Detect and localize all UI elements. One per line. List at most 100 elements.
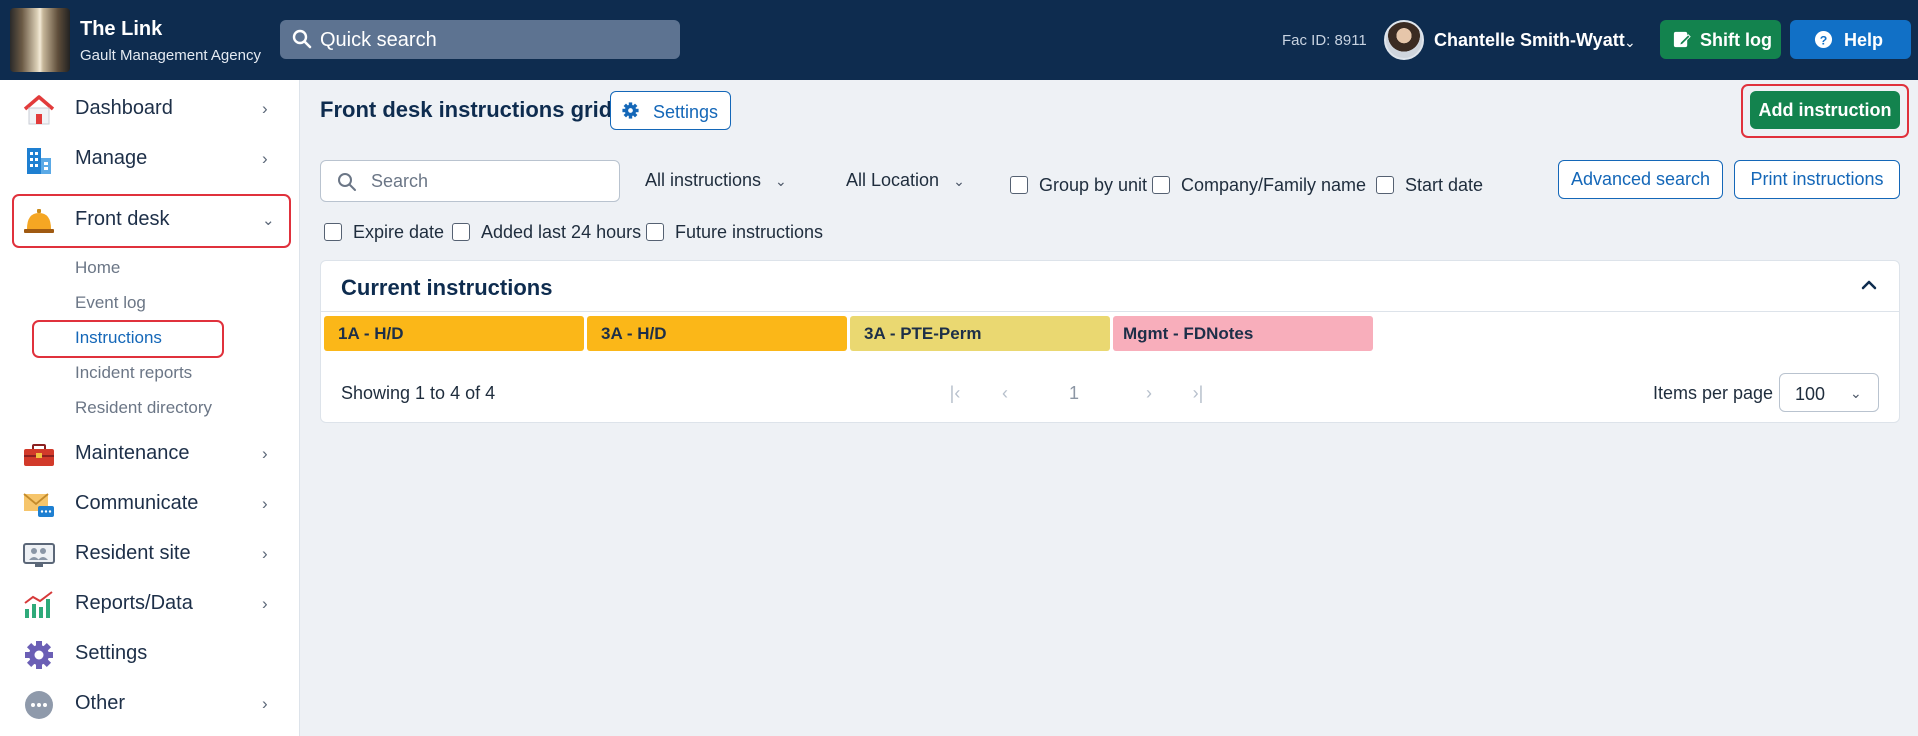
- checkbox-box[interactable]: [1010, 176, 1028, 194]
- quick-search-bar[interactable]: Quick search: [280, 20, 680, 59]
- sidebar-item-manage[interactable]: Manage ›: [0, 135, 300, 185]
- start-date-checkbox[interactable]: Start date: [1376, 174, 1486, 196]
- future-instructions-checkbox[interactable]: Future instructions: [646, 221, 824, 243]
- instruction-tag[interactable]: 1A - H/D: [324, 316, 584, 351]
- sidebar-item-resident-site[interactable]: Resident site ›: [0, 530, 300, 580]
- checkbox-label: Company/Family name: [1181, 175, 1367, 195]
- monitor-people-icon: [23, 543, 55, 567]
- company-family-name-checkbox[interactable]: Company/Family name: [1152, 174, 1366, 196]
- gear-icon: [25, 641, 53, 669]
- instruction-tag[interactable]: 3A - H/D: [587, 316, 847, 351]
- location-filter-dropdown[interactable]: All Location ⌄: [846, 170, 965, 191]
- sidebar-item-settings[interactable]: Settings: [0, 630, 300, 680]
- add-instruction-button[interactable]: Add instruction: [1750, 91, 1900, 129]
- instruction-tag[interactable]: Mgmt - FDNotes: [1113, 316, 1373, 351]
- chevron-right-icon: ›: [262, 694, 268, 713]
- first-page-icon[interactable]: |‹: [943, 381, 967, 405]
- instruction-tag[interactable]: 3A - PTE-Perm: [850, 316, 1110, 351]
- chevron-up-icon[interactable]: [1857, 273, 1881, 297]
- house-icon: [23, 95, 55, 125]
- chevron-right-icon: ›: [262, 444, 268, 463]
- sidebar-item-maintenance[interactable]: Maintenance ›: [0, 430, 300, 480]
- service-bell-icon: [24, 209, 54, 233]
- submenu-incident-reports[interactable]: Incident reports: [75, 363, 192, 383]
- checkbox-box[interactable]: [646, 223, 664, 241]
- instructions-filter-dropdown[interactable]: All instructions ⌄: [645, 170, 787, 191]
- instructions-filter-value: All instructions: [645, 170, 762, 190]
- search-input[interactable]: [371, 169, 611, 193]
- submenu-instructions[interactable]: Instructions: [75, 328, 162, 348]
- page-title: Front desk instructions grid: [320, 97, 613, 122]
- expire-date-checkbox[interactable]: Expire date: [324, 221, 444, 243]
- sidebar-item-reports-data[interactable]: Reports/Data ›: [0, 580, 300, 630]
- sidebar-item-label: Resident site: [75, 542, 191, 564]
- chevron-down-icon: ⌄: [262, 212, 275, 229]
- agency-name: Gault Management Agency: [80, 47, 261, 64]
- added-last-24-hours-checkbox[interactable]: Added last 24 hours: [452, 221, 641, 243]
- checkbox-box[interactable]: [324, 223, 342, 241]
- last-page-icon[interactable]: ›|: [1186, 381, 1210, 405]
- chevron-right-icon: ›: [262, 544, 268, 563]
- chevron-right-icon: ›: [262, 149, 268, 168]
- panel-header[interactable]: Current instructions: [321, 261, 1899, 312]
- facility-id: Fac ID: 8911: [1282, 32, 1367, 49]
- items-per-page-select[interactable]: 100 ⌄: [1779, 373, 1879, 412]
- search-icon: [292, 29, 312, 49]
- chevron-right-icon: ›: [262, 494, 268, 513]
- brand-logo[interactable]: [10, 8, 70, 72]
- group-by-unit-checkbox[interactable]: Group by unit: [1010, 174, 1148, 196]
- question-circle-icon: ?: [1814, 30, 1833, 49]
- svg-text:?: ?: [1820, 33, 1828, 47]
- avatar[interactable]: [1384, 20, 1424, 60]
- search-icon: [338, 173, 356, 191]
- sidebar-item-label: Other: [75, 692, 126, 714]
- grid-settings-button[interactable]: Settings: [610, 91, 731, 130]
- quick-search-label: Quick search: [320, 29, 437, 51]
- next-page-icon[interactable]: ›: [1137, 381, 1161, 405]
- print-instructions-button[interactable]: Print instructions: [1734, 160, 1900, 199]
- sidebar-item-label: Dashboard: [75, 97, 173, 119]
- help-label: Help: [1844, 30, 1884, 50]
- notepad-pencil-icon: [1673, 31, 1691, 48]
- shift-log-label: Shift log: [1700, 30, 1772, 50]
- gear-icon: [622, 102, 639, 119]
- sidebar-item-label: Communicate: [75, 492, 199, 514]
- settings-label: Settings: [653, 102, 719, 122]
- showing-count: Showing 1 to 4 of 4: [341, 383, 496, 403]
- chevron-down-icon: ⌄: [953, 173, 965, 189]
- previous-page-icon[interactable]: ‹: [993, 381, 1017, 405]
- submenu-event-log[interactable]: Event log: [75, 293, 146, 313]
- bar-chart-icon: [24, 591, 53, 618]
- sidebar-item-label: Reports/Data: [75, 592, 193, 614]
- building-icon: [27, 148, 51, 174]
- submenu-resident-directory[interactable]: Resident directory: [75, 398, 212, 418]
- chevron-down-icon: ⌄: [775, 173, 787, 189]
- sidebar-item-other[interactable]: Other ›: [0, 680, 300, 730]
- checkbox-label: Expire date: [353, 222, 445, 242]
- panel-title: Current instructions: [341, 275, 553, 300]
- envelope-chat-icon: [23, 493, 54, 517]
- submenu-home[interactable]: Home: [75, 258, 120, 278]
- sidebar-item-dashboard[interactable]: Dashboard ›: [0, 85, 300, 135]
- sidebar-item-communicate[interactable]: Communicate ›: [0, 480, 300, 530]
- checkbox-box[interactable]: [1152, 176, 1170, 194]
- checkbox-box[interactable]: [1376, 176, 1394, 194]
- shift-log-button[interactable]: Shift log: [1660, 20, 1781, 59]
- items-per-page-value: 100: [1795, 384, 1826, 404]
- chevron-down-icon: ⌄: [1850, 385, 1862, 401]
- sidebar-item-label: Front desk: [75, 208, 170, 230]
- checkbox-label: Group by unit: [1039, 175, 1148, 195]
- sidebar-item-label: Maintenance: [75, 442, 190, 464]
- user-menu-name[interactable]: Chantelle Smith-Wyatt: [1434, 30, 1625, 51]
- instruction-search-field[interactable]: [320, 160, 620, 202]
- checkbox-label: Future instructions: [675, 222, 824, 242]
- advanced-search-button[interactable]: Advanced search: [1558, 160, 1723, 199]
- checkbox-box[interactable]: [452, 223, 470, 241]
- sidebar-item-front-desk[interactable]: Front desk ⌄: [0, 196, 300, 246]
- top-header: The Link Gault Management Agency Quick s…: [0, 0, 1918, 80]
- chevron-down-icon[interactable]: ⌄: [1624, 34, 1636, 51]
- help-button[interactable]: ? Help: [1790, 20, 1911, 59]
- checkbox-label: Added last 24 hours: [481, 222, 642, 242]
- chevron-right-icon: ›: [262, 594, 268, 613]
- current-page-number[interactable]: 1: [1069, 383, 1079, 404]
